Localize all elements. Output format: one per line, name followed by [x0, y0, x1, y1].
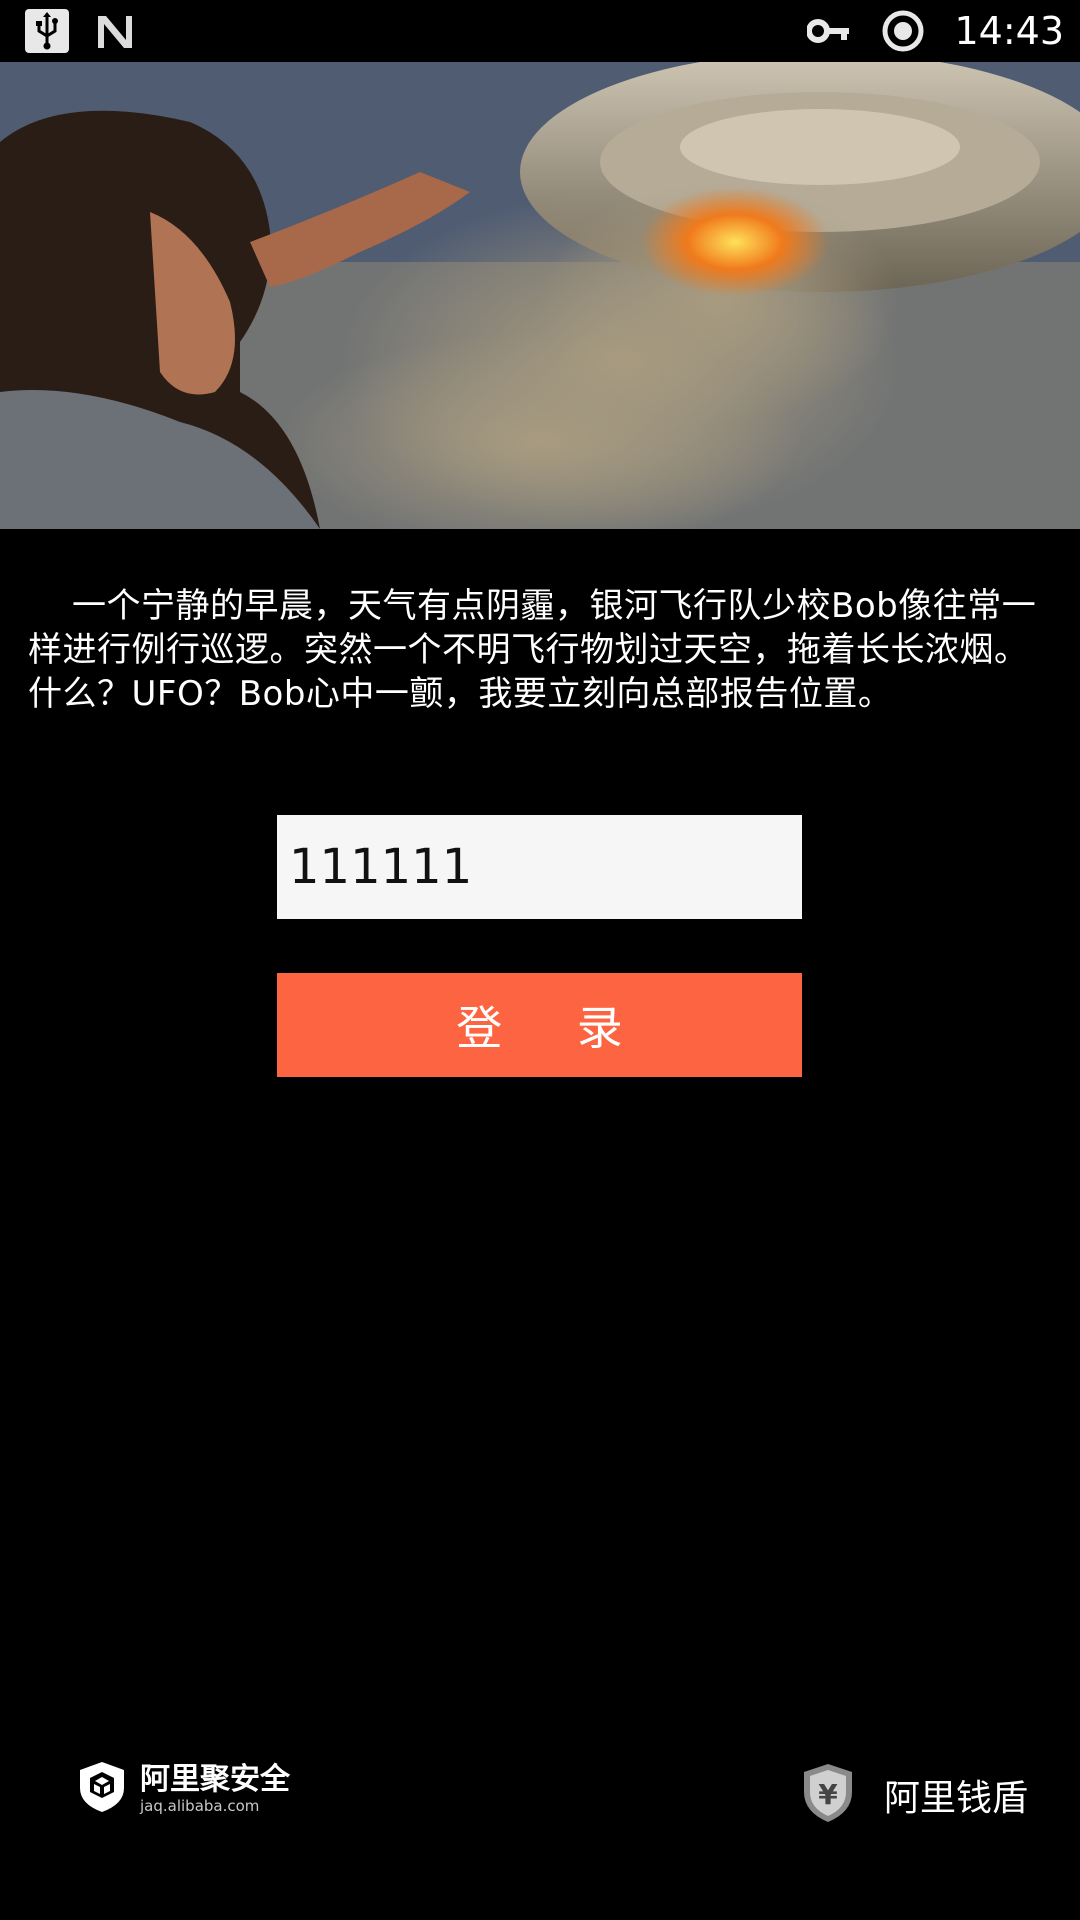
n-logo-icon — [92, 8, 138, 54]
sync-circle-icon — [880, 8, 926, 54]
ali-security-domain: jaq.alibaba.com — [140, 1797, 260, 1815]
yen-shield-icon: ¥ — [800, 1762, 856, 1828]
ali-qiandun-brand: 阿里钱盾 — [883, 1778, 1028, 1819]
story-text: 一个宁静的早晨，天气有点阴霾，银河飞行队少校Bob像往常一样进行例行巡逻。突然一… — [28, 586, 1037, 714]
svg-text:¥: ¥ — [818, 1778, 838, 1811]
ali-security-logo: 阿里聚安全 jaq.alibaba.com — [78, 1760, 290, 1818]
vpn-key-icon — [806, 8, 852, 54]
code-input[interactable] — [277, 815, 802, 919]
hero-image — [0, 62, 1080, 529]
ali-security-brand: 阿里聚安全 — [140, 1762, 290, 1797]
shield-box-icon — [78, 1760, 126, 1818]
status-time: 14:43 — [954, 9, 1064, 53]
status-bar: 14:43 — [0, 0, 1080, 62]
ali-qiandun-logo: ¥ 阿里钱盾 — [800, 1762, 1028, 1828]
usb-icon — [24, 8, 70, 54]
login-button[interactable]: 登 录 — [277, 973, 802, 1077]
